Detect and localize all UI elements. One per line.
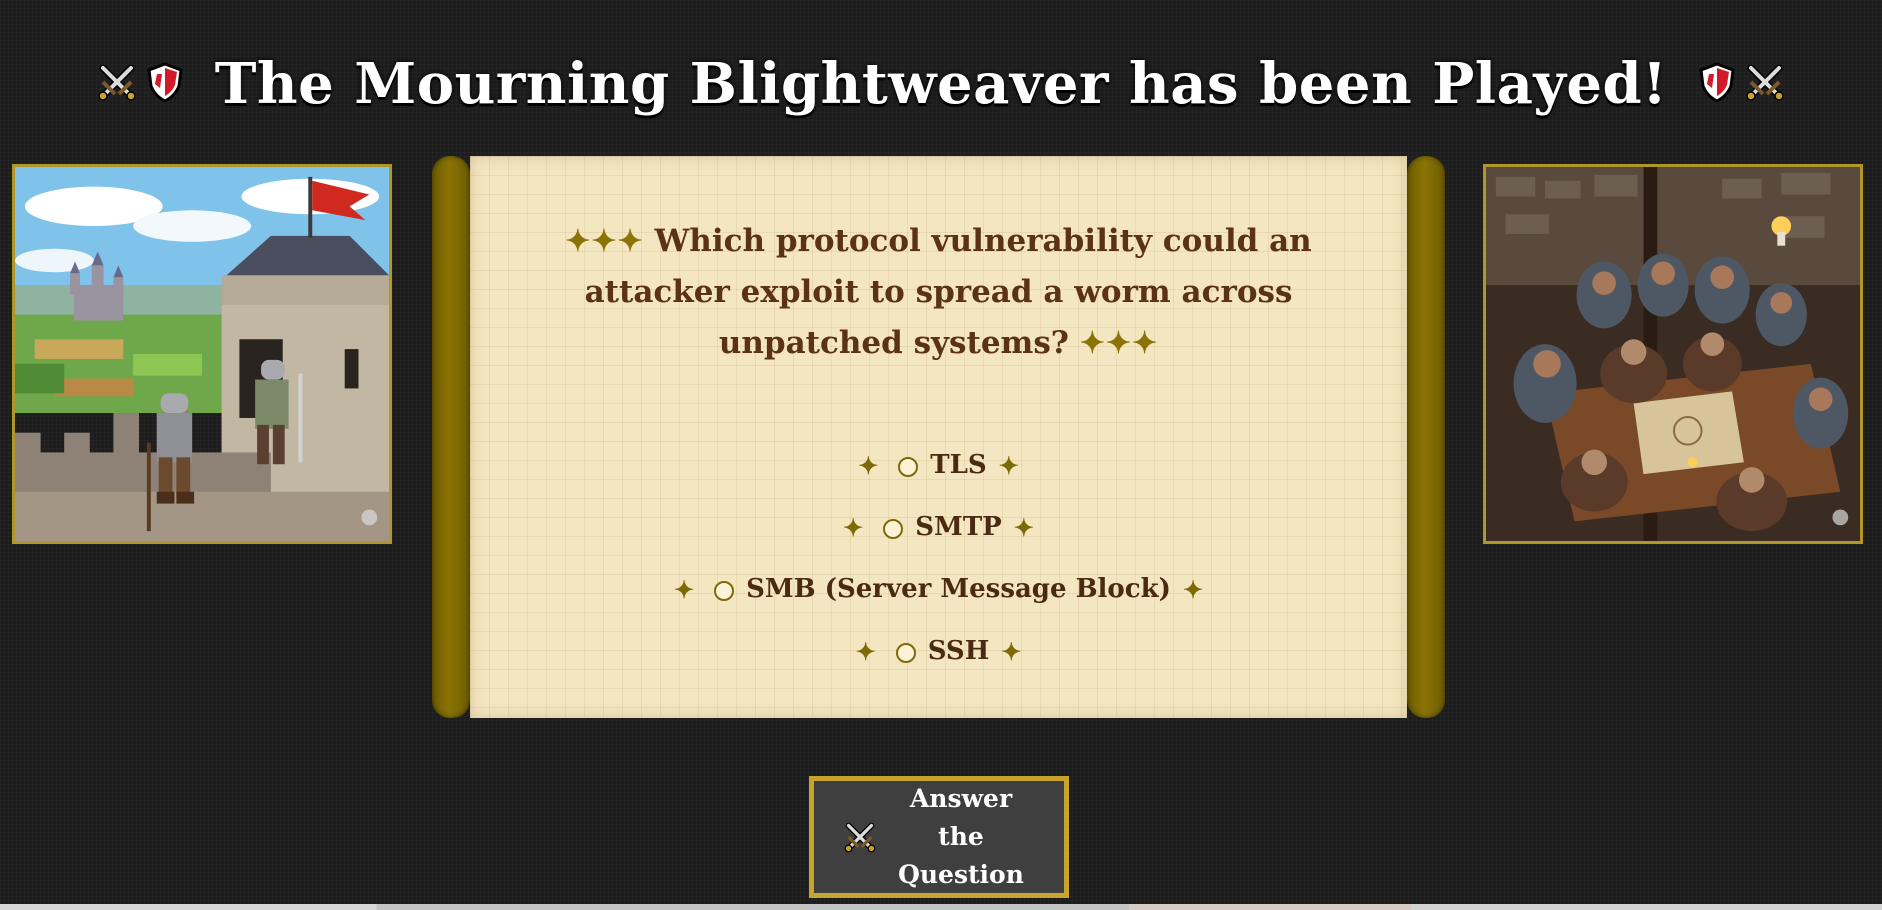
shield-icon bbox=[143, 60, 187, 104]
scroll-rod-left bbox=[432, 156, 470, 718]
crossed-swords-icon bbox=[1743, 60, 1787, 104]
radio-button[interactable] bbox=[714, 581, 735, 601]
question-scroll: ✦✦✦ Which protocol vulnerability could a… bbox=[432, 156, 1445, 718]
option-tls[interactable]: ✦ TLS ✦ bbox=[470, 434, 1407, 496]
page-title: The Mourning Blightweaver has been Playe… bbox=[0, 40, 1882, 128]
sparkle-icon: ✦ bbox=[855, 636, 876, 666]
answer-the-question-button[interactable]: Answer the Question bbox=[809, 776, 1069, 898]
option-label: SMB (Server Message Block) bbox=[746, 574, 1171, 604]
sparkle-icon: ✦ bbox=[1001, 636, 1022, 666]
scroll-rod-right bbox=[1407, 156, 1445, 718]
radio-button[interactable] bbox=[895, 643, 916, 663]
answer-button-label: Answer the Question bbox=[898, 784, 1024, 889]
radio-button[interactable] bbox=[898, 457, 919, 477]
option-ssh[interactable]: ✦ SSH ✦ bbox=[470, 620, 1407, 682]
sparkle-icon: ✦ bbox=[1013, 512, 1034, 542]
sparkle-icon: ✦ bbox=[858, 450, 879, 480]
shield-icon bbox=[1695, 60, 1739, 104]
question-text-block: ✦✦✦ Which protocol vulnerability could a… bbox=[520, 216, 1357, 369]
bottom-edge-strip bbox=[0, 904, 1882, 910]
radio-button[interactable] bbox=[883, 519, 904, 539]
option-smb[interactable]: ✦ SMB (Server Message Block) ✦ bbox=[470, 558, 1407, 620]
question-stars-right: ✦✦✦ bbox=[1079, 326, 1159, 361]
crossed-swords-icon bbox=[842, 819, 878, 855]
castle-tower-knights-image bbox=[12, 164, 392, 544]
option-label: SSH bbox=[927, 636, 990, 666]
sparkle-icon: ✦ bbox=[998, 450, 1019, 480]
scroll-paper: ✦✦✦ Which protocol vulnerability could a… bbox=[470, 156, 1407, 718]
option-label: SMTP bbox=[915, 512, 1002, 542]
question-stars-left: ✦✦✦ bbox=[565, 224, 644, 259]
crossed-swords-icon bbox=[95, 60, 139, 104]
sparkle-icon: ✦ bbox=[1182, 574, 1204, 604]
tavern-war-council-image bbox=[1483, 164, 1863, 544]
question-text: Which protocol vulnerability could an at… bbox=[584, 223, 1312, 361]
sparkle-icon: ✦ bbox=[843, 512, 864, 542]
sparkle-icon: ✦ bbox=[673, 574, 695, 604]
title-text: The Mourning Blightweaver has been Playe… bbox=[214, 51, 1668, 117]
option-label: TLS bbox=[930, 450, 987, 480]
option-smtp[interactable]: ✦ SMTP ✦ bbox=[470, 496, 1407, 558]
answer-options: ✦ TLS ✦ ✦ SMTP ✦ ✦ SMB (Server Message B… bbox=[470, 434, 1407, 682]
